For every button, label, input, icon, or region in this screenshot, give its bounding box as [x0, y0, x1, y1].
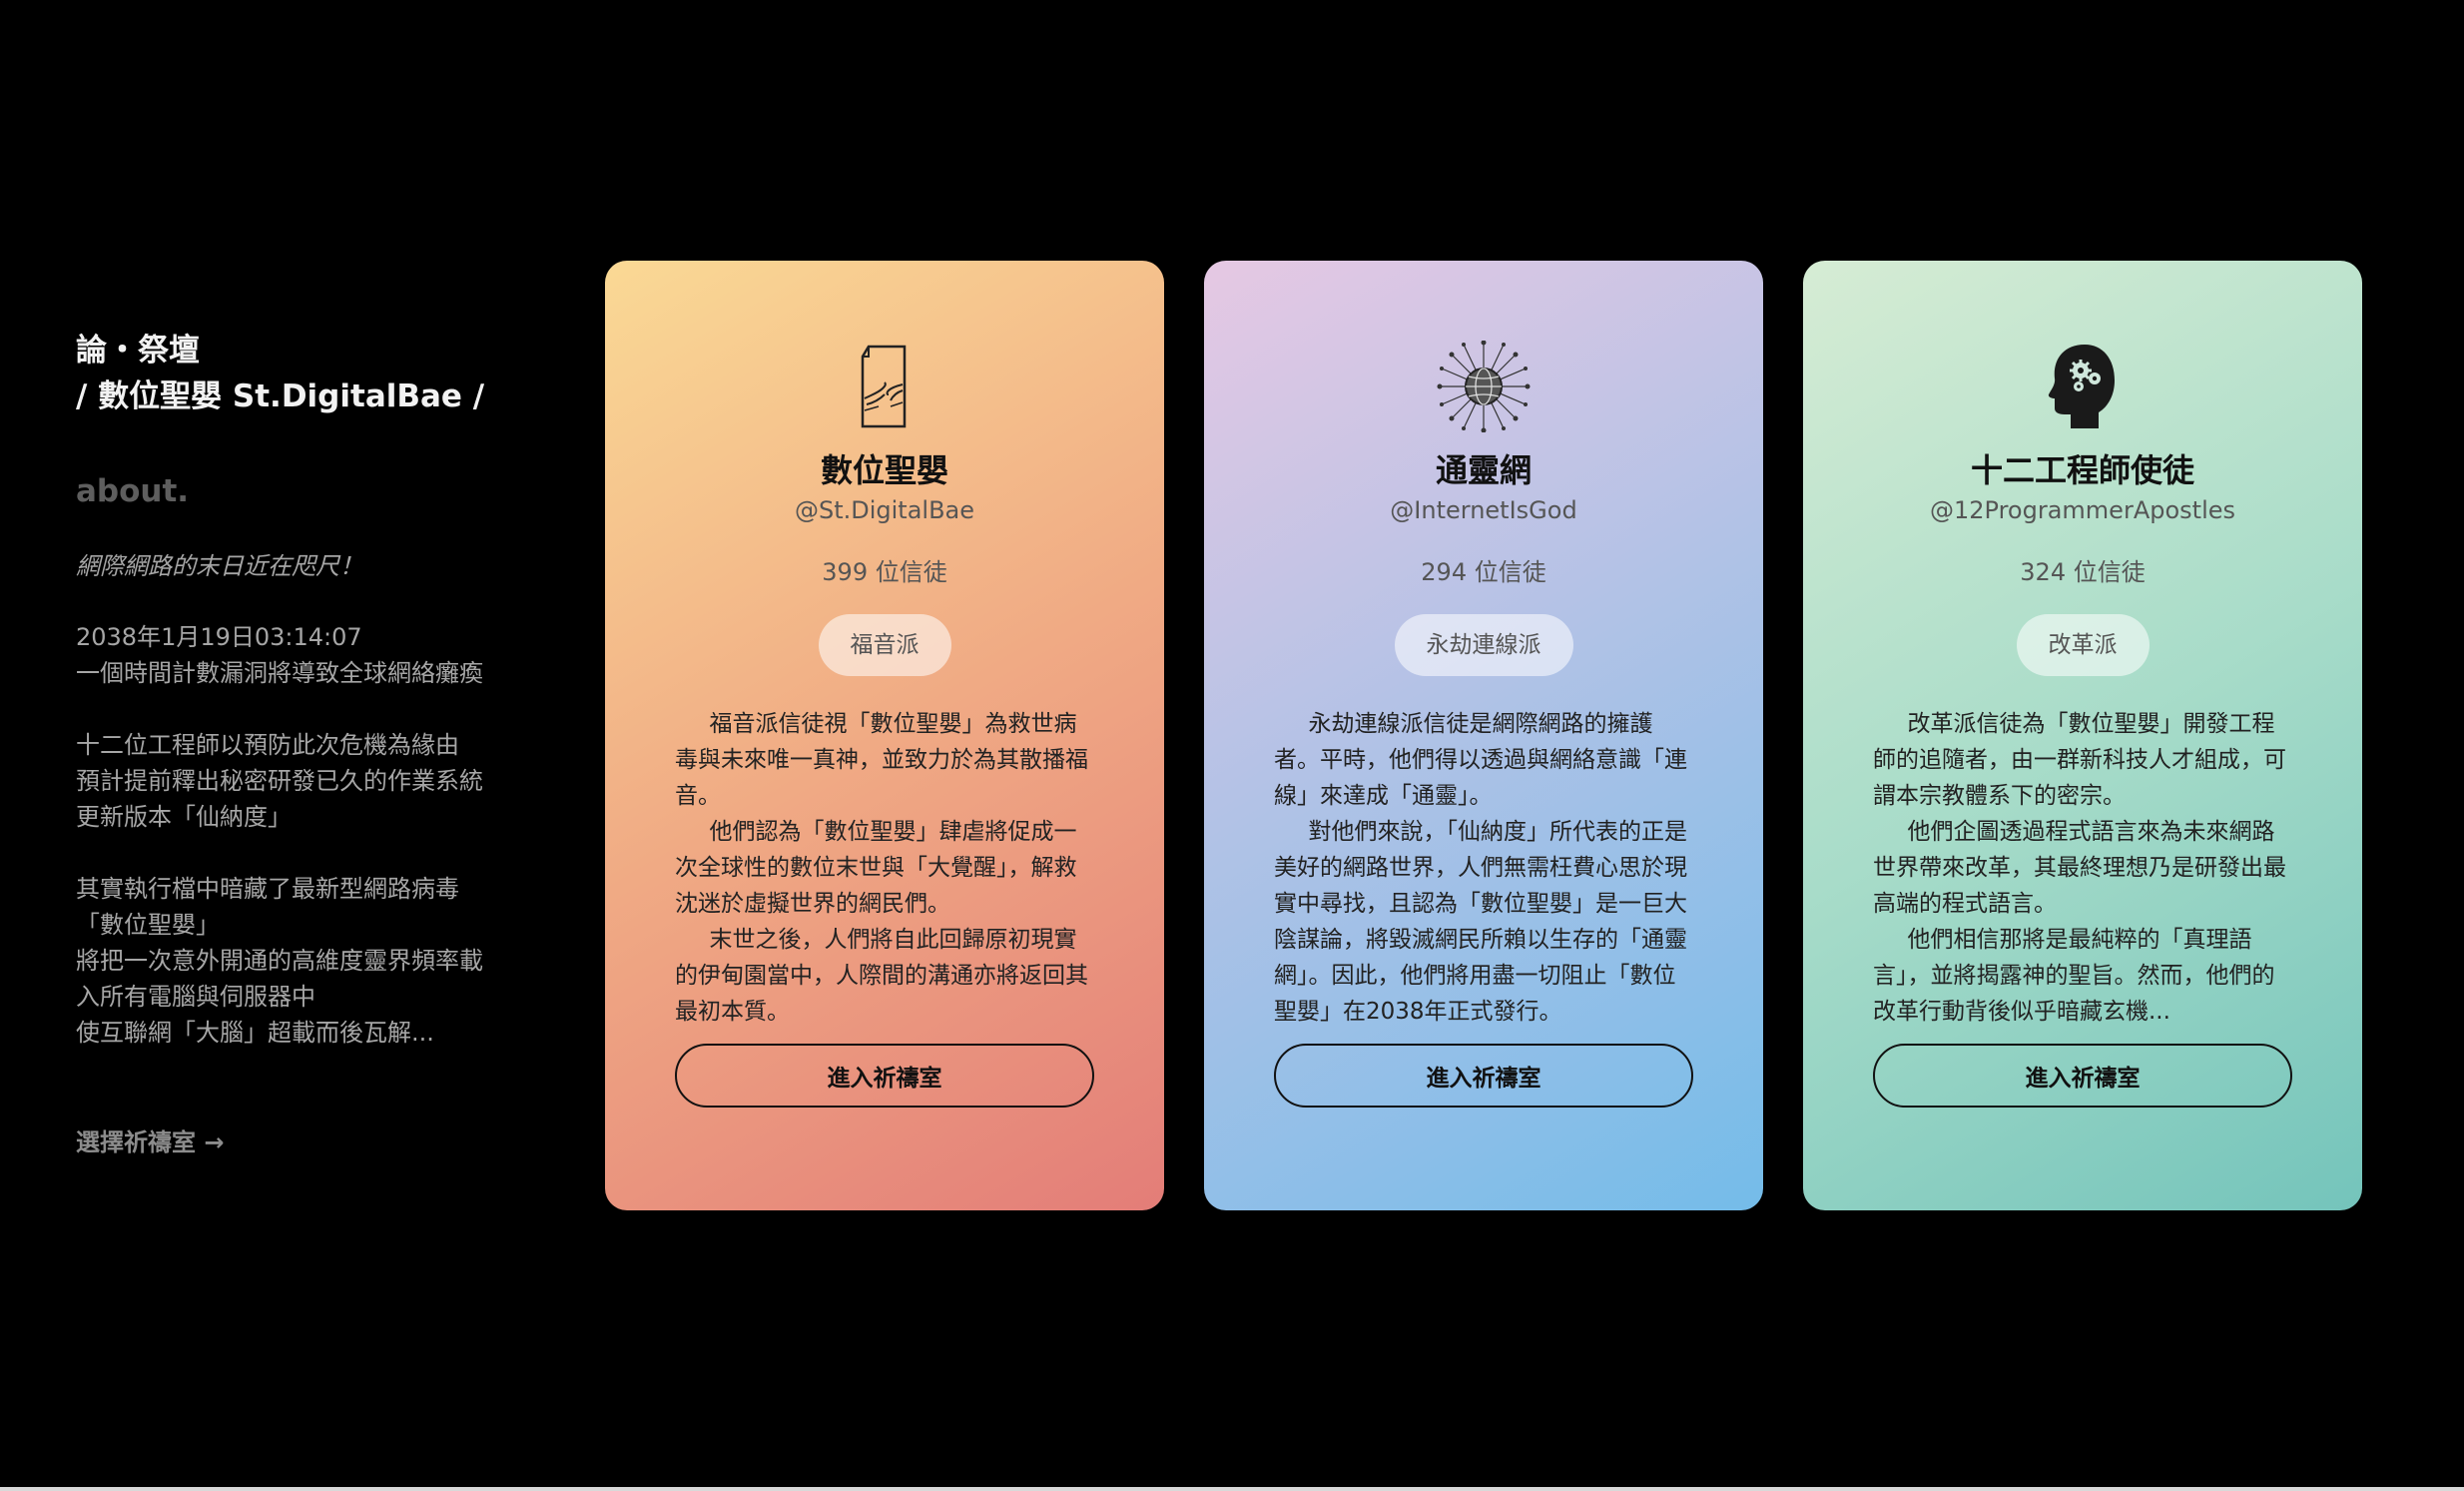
prayer-room-card-internetisgod: 通靈網 @InternetIsGod 294 位信徒 永劫連線派 永劫連線派信徒…	[1204, 261, 1763, 1210]
about-heading: about.	[76, 473, 190, 509]
description-paragraph: 他們認為「數位聖嬰」肆虐將促成一次全球性的數位末世與「大覺醒」，解救沈迷於虛擬世…	[675, 819, 1077, 917]
card-handle: @InternetIsGod	[1390, 496, 1577, 524]
sidebar: 論・祭壇 / 數位聖嬰 St.DigitalBae / about. 網際網路的…	[76, 328, 515, 1157]
card-description: 改革派信徒為「數位聖嬰」開發工程師的追隨者，由一群新科技人才組成，可謂本宗教體系…	[1873, 706, 2292, 1025]
globe-network-icon	[1437, 341, 1531, 432]
follower-count: 294 位信徒	[1421, 558, 1546, 586]
prayer-room-card-12programmerapostles: 十二工程師使徒 @12ProgrammerApostles 324 位信徒 改革…	[1803, 261, 2362, 1210]
description-paragraph: 永劫連線派信徒是網際網路的擁護者。平時，他們得以透過與網絡意識「連線」來達成「通…	[1274, 711, 1687, 809]
card-title: 數位聖嬰	[820, 451, 948, 489]
intro-line: 將把一次意外開通的高維度靈界頻率載	[76, 947, 483, 975]
intro-paragraph-1: 2038年1月19日03:14:07 一個時間計數漏洞將導致全球網絡癱瘓	[76, 619, 515, 691]
intro-line: 使互聯網「大腦」超載而後瓦解...	[76, 1019, 434, 1047]
creation-hands-page-icon	[861, 345, 907, 428]
intro-line: 十二位工程師以預防此次危機為緣由	[76, 731, 459, 759]
sect-badge: 福音派	[818, 614, 951, 676]
card-handle: @12ProgrammerApostles	[1930, 496, 2235, 524]
intro-line: 預計提前釋出秘密研發已久的作業系統	[76, 767, 483, 795]
intro-line: 一個時間計數漏洞將導致全球網絡癱瘓	[76, 659, 483, 687]
site-title-line1: 論・祭壇	[76, 333, 200, 369]
sect-badge: 改革派	[2016, 614, 2150, 676]
intro-paragraph-2: 十二位工程師以預防此次危機為緣由 預計提前釋出秘密研發已久的作業系統 更新版本「…	[76, 727, 515, 835]
tagline: 網際網路的末日近在咫尺！	[76, 552, 363, 580]
intro-line: 其實執行檔中暗藏了最新型網路病毒	[76, 875, 459, 903]
description-paragraph: 對他們來說，「仙納度」所代表的正是美好的網路世界，人們無需枉費心思於現實中尋找，…	[1274, 819, 1687, 1025]
description-paragraph: 改革派信徒為「數位聖嬰」開發工程師的追隨者，由一群新科技人才組成，可謂本宗教體系…	[1873, 711, 2286, 809]
description-paragraph: 福音派信徒視「數位聖嬰」為救世病毒與未來唯一真神，並致力於為其散播福音。	[675, 711, 1088, 809]
card-description: 永劫連線派信徒是網際網路的擁護者。平時，他們得以透過與網絡意識「連線」來達成「通…	[1274, 706, 1693, 1025]
card-title: 通靈網	[1435, 451, 1532, 489]
head-gears-icon	[2048, 345, 2115, 428]
card-description: 福音派信徒視「數位聖嬰」為救世病毒與未來唯一真神，並致力於為其散播福音。 他們認…	[675, 706, 1094, 1025]
intro-line: 「數位聖嬰」	[76, 911, 220, 939]
prayer-room-card-digitalbae: 數位聖嬰 @St.DigitalBae 399 位信徒 福音派 福音派信徒視「數…	[605, 261, 1164, 1210]
enter-prayer-room-button[interactable]: 進入祈禱室	[1873, 1044, 2292, 1108]
site-title-line2: / 數位聖嬰 St.DigitalBae /	[76, 378, 485, 414]
intro-line: 2038年1月19日03:14:07	[76, 623, 362, 651]
enter-prayer-room-button[interactable]: 進入祈禱室	[1274, 1044, 1693, 1108]
choose-prayer-room-link[interactable]: 選擇祈禱室 →	[76, 1122, 224, 1157]
description-paragraph: 末世之後，人們將自此回歸原初現實的伊甸園當中，人際間的溝通亦將返回其最初本質。	[675, 927, 1088, 1025]
sect-badge: 永劫連線派	[1394, 614, 1573, 676]
enter-prayer-room-button[interactable]: 進入祈禱室	[675, 1044, 1094, 1108]
intro-line: 入所有電腦與伺服器中	[76, 983, 315, 1011]
bottom-edge-strip	[0, 1487, 2464, 1491]
card-handle: @St.DigitalBae	[794, 496, 975, 524]
intro-paragraph-3: 其實執行檔中暗藏了最新型網路病毒 「數位聖嬰」 將把一次意外開通的高維度靈界頻率…	[76, 871, 515, 1051]
description-paragraph: 他們企圖透過程式語言來為未來網路世界帶來改革，其最終理想乃是研發出最高端的程式語…	[1873, 819, 2286, 917]
follower-count: 399 位信徒	[822, 558, 947, 586]
intro-line: 更新版本「仙納度」	[76, 803, 292, 831]
card-title: 十二工程師使徒	[1970, 451, 2194, 489]
follower-count: 324 位信徒	[2020, 558, 2146, 586]
description-paragraph: 他們相信那將是最純粹的「真理語言」，並將揭露神的聖旨。然而，他們的改革行動背後似…	[1873, 927, 2275, 1025]
site-title: 論・祭壇 / 數位聖嬰 St.DigitalBae /	[76, 328, 515, 419]
